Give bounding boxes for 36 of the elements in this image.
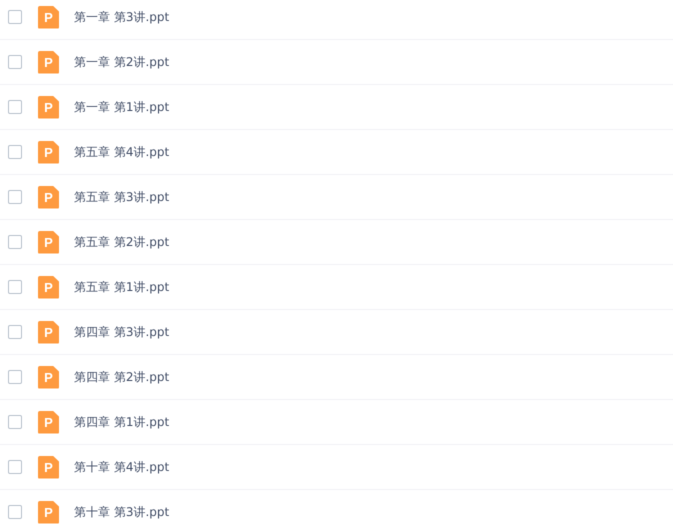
- checkbox[interactable]: [8, 505, 22, 519]
- checkbox[interactable]: [8, 460, 22, 474]
- ppt-file-icon: P: [38, 456, 59, 478]
- file-name[interactable]: 第一章 第3讲.ppt: [74, 8, 170, 26]
- checkbox[interactable]: [8, 190, 22, 204]
- file-name[interactable]: 第十章 第4讲.ppt: [74, 458, 170, 476]
- ppt-file-icon: P: [38, 50, 59, 74]
- file-name[interactable]: 第五章 第2讲.ppt: [74, 234, 170, 250]
- ppt-file-icon: P: [38, 6, 59, 28]
- file-name[interactable]: 第五章 第1讲.ppt: [74, 278, 170, 296]
- ppt-file-icon: P: [38, 500, 59, 524]
- checkbox[interactable]: [8, 415, 22, 429]
- ppt-file-icon: P: [38, 230, 59, 254]
- checkbox[interactable]: [8, 55, 22, 69]
- file-name[interactable]: 第四章 第1讲.ppt: [74, 414, 170, 430]
- ppt-file-icon: P: [38, 140, 59, 164]
- ppt-file-icon: P: [38, 320, 59, 344]
- file-name[interactable]: 第五章 第3讲.ppt: [74, 188, 170, 206]
- checkbox[interactable]: [8, 235, 22, 249]
- file-name[interactable]: 第四章 第2讲.ppt: [74, 368, 170, 386]
- file-name[interactable]: 第一章 第1讲.ppt: [74, 98, 170, 116]
- file-name[interactable]: 第四章 第3讲.ppt: [74, 324, 170, 340]
- ppt-file-icon: P: [38, 96, 59, 118]
- checkbox[interactable]: [8, 370, 22, 384]
- checkbox[interactable]: [8, 145, 22, 159]
- checkbox[interactable]: [8, 325, 22, 339]
- ppt-file-icon: P: [38, 276, 59, 298]
- checkbox[interactable]: [8, 10, 22, 24]
- ppt-file-icon: P: [38, 186, 59, 208]
- checkbox[interactable]: [8, 100, 22, 114]
- file-name[interactable]: 第五章 第4讲.ppt: [74, 144, 170, 160]
- checkbox[interactable]: [8, 280, 22, 294]
- file-name[interactable]: 第一章 第2讲.ppt: [74, 54, 170, 70]
- file-name[interactable]: 第十章 第3讲.ppt: [74, 504, 170, 520]
- ppt-file-icon: P: [38, 410, 59, 434]
- ppt-file-icon: P: [38, 366, 59, 388]
